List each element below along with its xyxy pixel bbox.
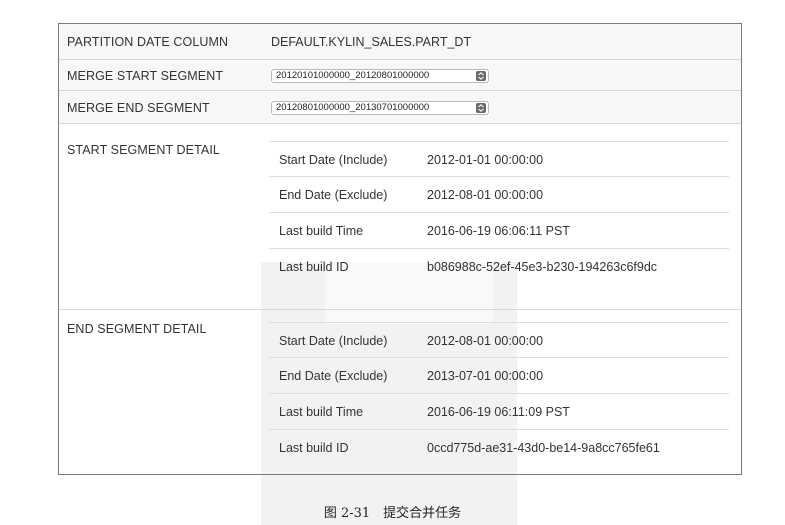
detail-row: End Date (Exclude) 2012-08-01 00:00:00 xyxy=(269,177,729,213)
detail-value: 2012-08-01 00:00:00 xyxy=(427,188,544,202)
detail-row: Start Date (Include) 2012-01-01 00:00:00 xyxy=(269,141,729,177)
detail-row: Start Date (Include) 2012-08-01 00:00:00 xyxy=(269,322,729,358)
figure-caption: 图 2-31 提交合并任务 xyxy=(323,506,462,521)
merge-segment-panel: PARTITION DATE COLUMN DEFAULT.KYLIN_SALE… xyxy=(58,23,742,475)
detail-key: Last build ID xyxy=(279,260,349,274)
merge-start-label: MERGE START SEGMENT xyxy=(67,69,224,83)
merge-start-selected: 20120101000000_20120801000000 xyxy=(276,70,430,81)
detail-key: Start Date (Include) xyxy=(279,334,388,348)
detail-row: Last build Time 2016-06-19 06:11:09 PST xyxy=(269,394,729,430)
detail-value: b086988c-52ef-45e3-b230-194263c6f9dc xyxy=(427,260,658,274)
start-segment-detail-row: START SEGMENT DETAIL Start Date (Include… xyxy=(59,124,741,310)
up-down-chevron-icon xyxy=(476,71,486,81)
partition-date-row: PARTITION DATE COLUMN DEFAULT.KYLIN_SALE… xyxy=(59,24,741,60)
detail-key: Start Date (Include) xyxy=(279,153,388,167)
detail-value: 2016-06-19 06:06:11 PST xyxy=(427,224,570,238)
detail-key: End Date (Exclude) xyxy=(279,188,388,202)
end-segment-detail-label: END SEGMENT DETAIL xyxy=(67,322,207,336)
detail-value: 0ccd775d-ae31-43d0-be14-9a8cc765fe61 xyxy=(427,441,660,455)
detail-key: Last build Time xyxy=(279,405,364,419)
detail-row: Last build ID b086988c-52ef-45e3-b230-19… xyxy=(269,249,729,285)
merge-start-select[interactable]: 20120101000000_20120801000000 xyxy=(271,69,489,83)
partition-date-label: PARTITION DATE COLUMN xyxy=(67,35,229,49)
detail-value: 2016-06-19 06:11:09 PST xyxy=(427,405,570,419)
partition-date-value: DEFAULT.KYLIN_SALES.PART_DT xyxy=(271,35,472,49)
merge-end-selected: 20120801000000_20130701000000 xyxy=(276,102,430,113)
merge-end-select[interactable]: 20120801000000_20130701000000 xyxy=(271,101,489,115)
detail-key: End Date (Exclude) xyxy=(279,369,388,383)
merge-start-row: MERGE START SEGMENT 20120101000000_20120… xyxy=(59,60,741,91)
detail-row: Last build Time 2016-06-19 06:06:11 PST xyxy=(269,213,729,249)
merge-end-label: MERGE END SEGMENT xyxy=(67,101,210,115)
detail-row: Last build ID 0ccd775d-ae31-43d0-be14-9a… xyxy=(269,430,729,466)
merge-end-row: MERGE END SEGMENT 20120801000000_2013070… xyxy=(59,91,741,124)
detail-value: 2012-08-01 00:00:00 xyxy=(427,334,544,348)
detail-row: End Date (Exclude) 2013-07-01 00:00:00 xyxy=(269,358,729,394)
up-down-chevron-icon xyxy=(476,103,486,113)
detail-key: Last build Time xyxy=(279,224,364,238)
end-segment-detail-row: END SEGMENT DETAIL Start Date (Include) … xyxy=(59,310,741,474)
detail-value: 2013-07-01 00:00:00 xyxy=(427,369,544,383)
detail-value: 2012-01-01 00:00:00 xyxy=(427,153,544,167)
detail-key: Last build ID xyxy=(279,441,349,455)
start-segment-detail-label: START SEGMENT DETAIL xyxy=(67,143,220,157)
